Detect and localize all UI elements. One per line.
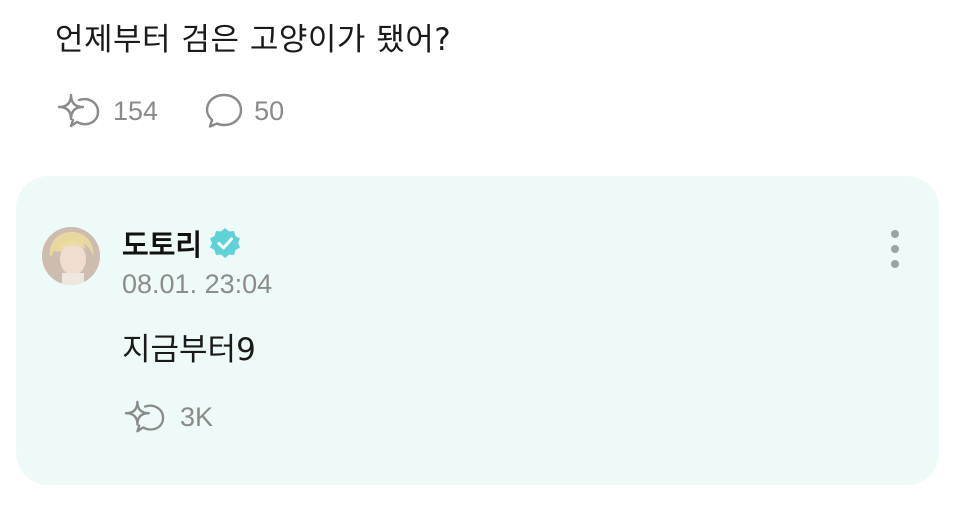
comment-author-row: 도토리: [122, 222, 242, 264]
post-like-button[interactable]: 154: [55, 91, 158, 131]
sparkle-like-icon: [124, 400, 165, 433]
sparkle-like-icon: [57, 93, 100, 128]
kebab-menu-icon[interactable]: [883, 230, 907, 274]
comment-timestamp: 08.01. 23:04: [122, 269, 273, 299]
post-actions: 154 50: [55, 90, 284, 132]
comment-like-button[interactable]: 3K: [122, 398, 213, 436]
comment-text: 지금부터9: [122, 332, 256, 368]
post-comment-count: 50: [254, 95, 285, 126]
post-like-count: 154: [113, 95, 159, 126]
avatar[interactable]: [42, 227, 100, 285]
post-text: 언제부터 검은 고양이가 됐어?: [55, 22, 452, 58]
comment-actions: 3K: [122, 398, 213, 436]
comment-card: 도토리 08.01. 23:04 지금부터9 3K: [16, 176, 939, 485]
post-comment-button[interactable]: 50: [204, 91, 284, 131]
verified-badge-icon: [210, 228, 241, 258]
comment-author-name[interactable]: 도토리: [122, 222, 202, 264]
comment-like-count: 3K: [180, 401, 214, 432]
speech-bubble-icon: [205, 93, 243, 128]
